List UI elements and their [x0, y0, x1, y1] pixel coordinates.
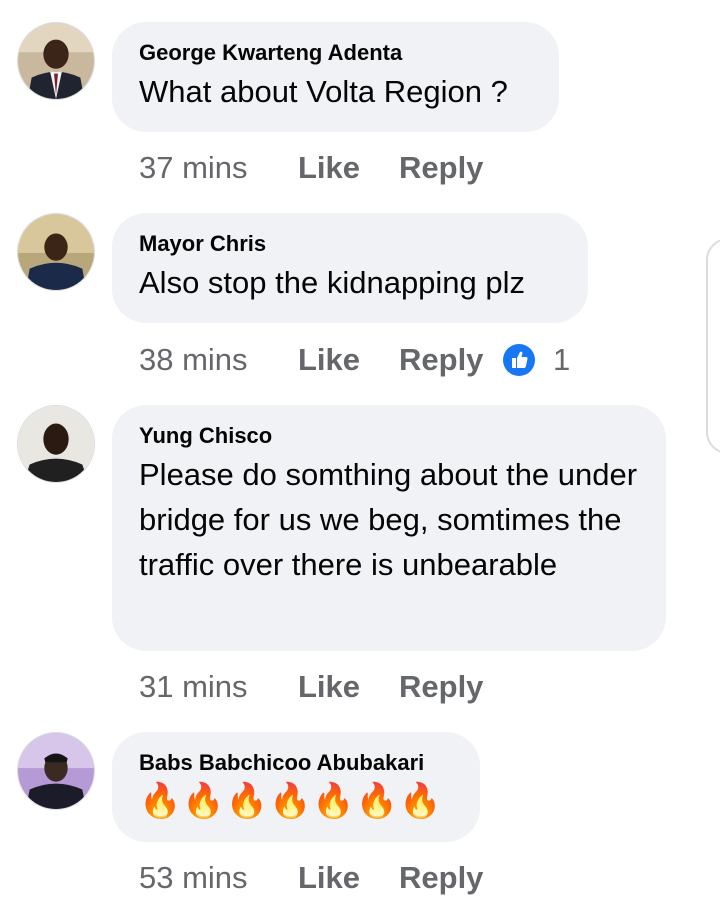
like-button[interactable]: Like	[298, 340, 360, 380]
comment-author[interactable]: Mayor Chris	[139, 231, 562, 257]
avatar[interactable]	[17, 732, 95, 810]
comment-time[interactable]: 53 mins	[139, 858, 248, 898]
avatar[interactable]	[17, 22, 95, 100]
comment-text: 🔥🔥🔥🔥🔥🔥🔥	[139, 782, 443, 820]
comment-text: Also stop the kidnapping plz	[139, 265, 526, 300]
avatar-image	[18, 214, 94, 290]
avatar-image	[18, 406, 94, 482]
comment-author[interactable]: George Kwarteng Adenta	[139, 40, 533, 66]
like-reaction-icon[interactable]	[503, 344, 535, 376]
reply-button[interactable]: Reply	[399, 340, 483, 380]
like-button[interactable]: Like	[298, 667, 360, 707]
comment-text: What about Volta Region ?	[139, 74, 508, 109]
comment-time[interactable]: 31 mins	[139, 667, 248, 707]
avatar-image	[18, 23, 94, 99]
comment-bubble: Babs Babchicoo Abubakari 🔥🔥🔥🔥🔥🔥🔥	[112, 732, 480, 842]
comment-time[interactable]: 38 mins	[139, 340, 248, 380]
comment-time[interactable]: 37 mins	[139, 148, 248, 188]
avatar[interactable]	[17, 213, 95, 291]
like-button[interactable]: Like	[298, 148, 360, 188]
comment-author[interactable]: Yung Chisco	[139, 423, 640, 449]
comment-item: Yung Chisco Please do somthing about the…	[0, 405, 720, 725]
avatar-image	[18, 733, 94, 809]
comment-text: Please do somthing about the under bridg…	[139, 457, 638, 582]
reply-button[interactable]: Reply	[399, 858, 483, 898]
comment-author[interactable]: Babs Babchicoo Abubakari	[139, 750, 454, 776]
comment-item: Mayor Chris Also stop the kidnapping plz…	[0, 213, 720, 403]
avatar[interactable]	[17, 405, 95, 483]
reply-button[interactable]: Reply	[399, 667, 483, 707]
comment-bubble: Yung Chisco Please do somthing about the…	[112, 405, 666, 651]
reply-button[interactable]: Reply	[399, 148, 483, 188]
comment-item: George Kwarteng Adenta What about Volta …	[0, 22, 720, 212]
comment-bubble: Mayor Chris Also stop the kidnapping plz	[112, 213, 588, 323]
like-button[interactable]: Like	[298, 858, 360, 898]
comment-bubble: George Kwarteng Adenta What about Volta …	[112, 22, 559, 132]
comment-item: Babs Babchicoo Abubakari 🔥🔥🔥🔥🔥🔥🔥 53 mins…	[0, 732, 720, 896]
reaction-count[interactable]: 1	[553, 340, 570, 380]
